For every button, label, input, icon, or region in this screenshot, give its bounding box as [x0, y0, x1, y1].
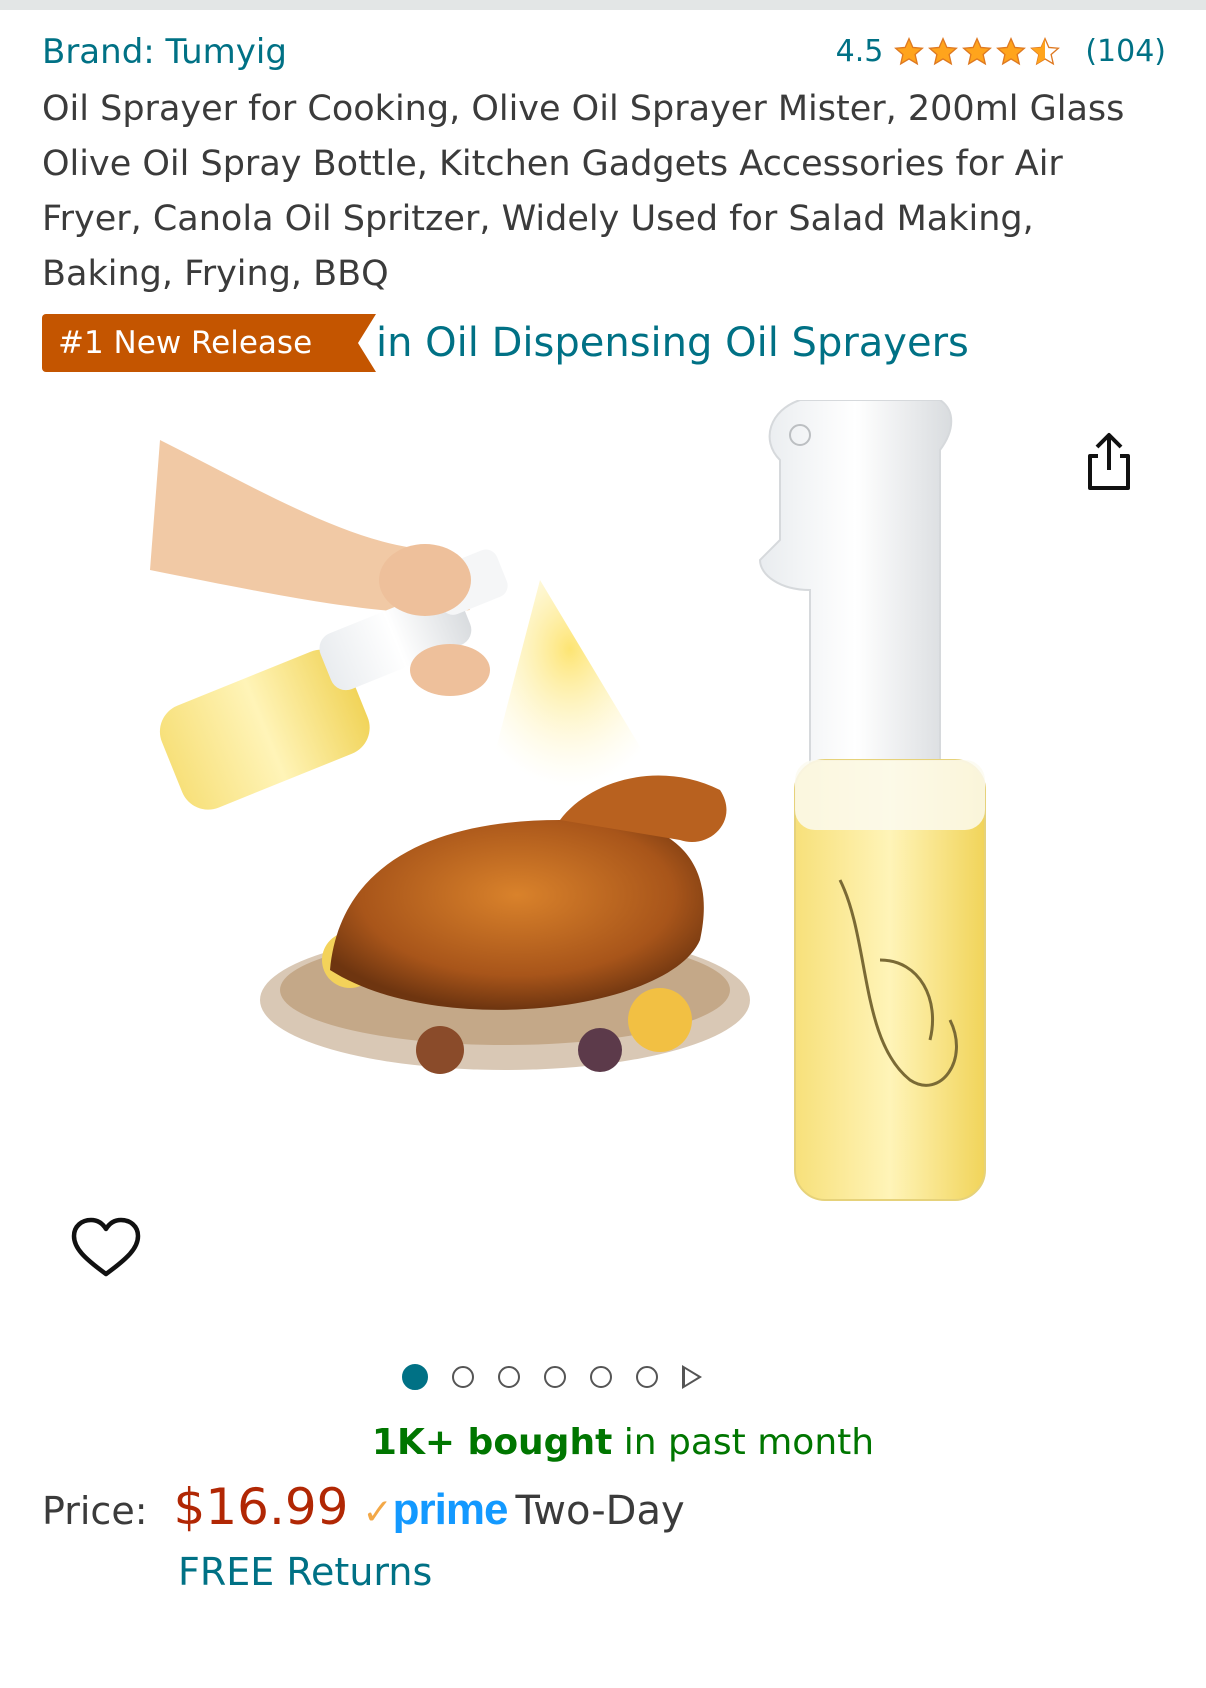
product-title: Oil Sprayer for Cooking, Olive Oil Spray…: [42, 89, 1125, 294]
prime-check-icon: ✓: [362, 1492, 393, 1533]
roast-chicken: [330, 818, 704, 1010]
best-seller-row: #1 New Release in Oil Dispensing Oil Spr…: [42, 314, 1166, 372]
top-divider: [0, 0, 1206, 10]
brand-link[interactable]: Brand: Tumyig: [42, 32, 287, 72]
prime-logo: ✓ prime: [362, 1485, 509, 1535]
star-full-icon: [996, 36, 1027, 65]
price-label: Price:: [42, 1489, 148, 1533]
badge-notch: [356, 314, 376, 372]
spray-mist: [480, 580, 660, 810]
free-returns-link[interactable]: FREE Returns: [178, 1550, 432, 1594]
bought-suffix: in past month: [612, 1422, 875, 1463]
rating[interactable]: 4.5 (104): [836, 34, 1166, 69]
bought-in-past-month: 1K+ bought in past month: [0, 1422, 1206, 1463]
rating-count[interactable]: (104): [1085, 34, 1166, 69]
brand-rating-row: Brand: Tumyig 4.5 (104): [42, 28, 1166, 76]
new-release-badge[interactable]: #1 New Release: [42, 314, 356, 372]
carousel-dot[interactable]: [498, 1366, 520, 1388]
category-link[interactable]: in Oil Dispensing Oil Sprayers: [376, 316, 969, 370]
star-full-icon: [962, 36, 993, 65]
star-full-icon: [928, 36, 959, 65]
carousel-dot[interactable]: [590, 1366, 612, 1388]
star-half-icon: [1030, 36, 1061, 65]
price-value: $16.99: [173, 1478, 349, 1536]
carousel-dot[interactable]: [544, 1366, 566, 1388]
star-full-icon: [894, 36, 925, 65]
play-icon[interactable]: [682, 1365, 702, 1389]
shipping-speed: Two-Day: [515, 1488, 685, 1534]
large-bottle-shape: [758, 400, 986, 1201]
price-row: Price: $16.99 ✓ prime Two-Day: [42, 1478, 1166, 1548]
heart-icon[interactable]: [70, 1216, 142, 1280]
image-carousel-indicator: [402, 1362, 702, 1392]
share-icon[interactable]: [1082, 430, 1136, 494]
carousel-dot[interactable]: [452, 1366, 474, 1388]
rating-value: 4.5: [835, 34, 884, 69]
carousel-dot[interactable]: [636, 1366, 658, 1388]
bought-count: 1K+ bought: [371, 1422, 613, 1463]
product-image[interactable]: [140, 400, 1100, 1300]
prime-word: prime: [392, 1485, 509, 1534]
rating-stars: [893, 36, 1061, 68]
carousel-dot[interactable]: [402, 1364, 428, 1390]
